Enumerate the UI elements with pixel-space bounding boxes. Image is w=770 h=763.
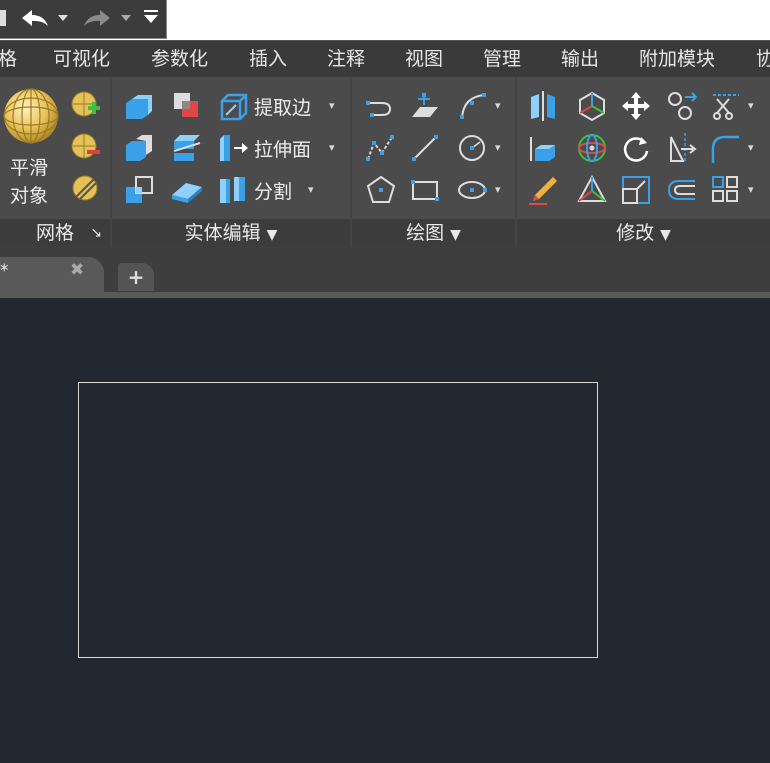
modify-panel-title-text: 修改 xyxy=(616,222,655,244)
modify-panel-title[interactable]: 修改 ▼ xyxy=(517,219,770,247)
undo-dropdown-icon[interactable] xyxy=(58,15,68,21)
move-icon[interactable] xyxy=(619,89,653,123)
3d-move-icon[interactable] xyxy=(575,89,609,123)
scale-icon[interactable] xyxy=(619,173,653,207)
smooth-object-label-line1: 平滑 xyxy=(10,157,49,179)
trim-dropdown-icon[interactable]: ▾ xyxy=(748,99,754,112)
panel-expand-icon[interactable]: ▼ xyxy=(660,227,671,243)
solid-editing-panel: 提取边 ▾ 拉伸面 ▾ 分割 ▾ 实体编辑 ▼ xyxy=(112,77,350,247)
slice-icon[interactable] xyxy=(170,131,204,165)
panel-expand-icon[interactable]: ▼ xyxy=(267,227,278,243)
redo-dropdown-icon[interactable] xyxy=(121,15,131,21)
3d-scale-icon[interactable] xyxy=(575,173,609,207)
tab-addins[interactable]: 附加模块 xyxy=(639,41,715,77)
rectangle-icon[interactable] xyxy=(408,173,442,207)
trim-icon[interactable] xyxy=(709,89,743,123)
title-area xyxy=(0,0,770,40)
mesh-panel-title[interactable]: 网格 ↘ xyxy=(0,219,110,247)
tab-mesh[interactable]: 格 xyxy=(0,41,17,77)
array-dropdown-icon[interactable]: ▾ xyxy=(748,183,754,196)
customize-icon[interactable] xyxy=(144,10,158,23)
smooth-object-label-line2: 对象 xyxy=(10,185,49,207)
ribbon-tab-bar: 格 可视化 参数化 插入 注释 视图 管理 输出 附加模块 协 xyxy=(0,40,770,78)
tab-manage[interactable]: 管理 xyxy=(483,41,521,77)
polyline-icon[interactable] xyxy=(364,89,398,123)
undo-icon[interactable] xyxy=(22,10,48,26)
smooth-object-icon[interactable] xyxy=(2,87,60,145)
extrude-faces-dropdown-icon[interactable]: ▾ xyxy=(329,141,335,154)
fillet-icon[interactable] xyxy=(709,131,743,165)
mirror-3d-icon[interactable] xyxy=(527,89,561,123)
tab-visualize[interactable]: 可视化 xyxy=(53,41,110,77)
fillet-dropdown-icon[interactable]: ▾ xyxy=(748,141,754,154)
extrude-faces-label[interactable]: 拉伸面 xyxy=(254,135,311,162)
quick-access-icons xyxy=(0,10,158,26)
plus-icon: + xyxy=(127,265,145,289)
offset-icon[interactable] xyxy=(665,173,699,207)
intersect-icon[interactable] xyxy=(122,173,156,207)
arc-icon[interactable] xyxy=(456,89,490,123)
new-tab-button[interactable]: + xyxy=(118,263,154,291)
spline-icon[interactable] xyxy=(364,131,398,165)
close-icon[interactable]: ✖ xyxy=(70,260,84,280)
erase-icon[interactable] xyxy=(527,173,561,207)
redo-icon[interactable] xyxy=(84,10,110,26)
subtract-icon[interactable] xyxy=(122,131,156,165)
polygon-icon[interactable] xyxy=(364,173,398,207)
extract-edges-label[interactable]: 提取边 xyxy=(254,93,311,120)
save-icon[interactable] xyxy=(0,10,6,26)
array-icon[interactable] xyxy=(709,173,743,207)
add-crease-icon[interactable] xyxy=(70,89,100,119)
mirror-icon[interactable] xyxy=(665,131,699,165)
union-icon[interactable] xyxy=(122,89,156,123)
solid-editing-panel-title[interactable]: 实体编辑 ▼ xyxy=(112,219,350,247)
panel-expand-icon[interactable]: ▼ xyxy=(450,227,461,243)
tab-parametric[interactable]: 参数化 xyxy=(151,41,208,77)
tab-output[interactable]: 输出 xyxy=(561,41,599,77)
ribbon: 平滑 对象 网格 ↘ 提取边 ▾ 拉伸面 ▾ 分割 ▾ 实体编辑 ▼ ▾ ▾ ▾… xyxy=(0,77,770,247)
draw-panel: ▾ ▾ ▾ 绘图 ▼ xyxy=(352,77,515,247)
rotate-icon[interactable] xyxy=(619,131,653,165)
panel-launcher-icon[interactable]: ↘ xyxy=(90,219,102,247)
document-tab-label: * xyxy=(0,261,9,281)
drawn-rectangle[interactable] xyxy=(78,382,598,658)
document-tab[interactable]: * ✖ xyxy=(0,257,104,293)
modify-panel: ▾ ▾ ▾ 修改 ▼ xyxy=(517,77,770,247)
separate-label[interactable]: 分割 xyxy=(254,177,292,204)
3d-rotate-icon[interactable] xyxy=(575,131,609,165)
document-tab-strip: * ✖ + xyxy=(0,247,770,297)
draw-panel-title-text: 绘图 xyxy=(406,222,445,244)
quick-access-toolbar xyxy=(0,0,167,39)
tab-annotate[interactable]: 注释 xyxy=(327,41,365,77)
solid-editing-panel-title-text: 实体编辑 xyxy=(184,222,261,244)
refine-mesh-icon[interactable] xyxy=(70,173,100,203)
tab-insert[interactable]: 插入 xyxy=(249,41,287,77)
line-icon[interactable] xyxy=(408,131,442,165)
ellipse-icon[interactable] xyxy=(456,173,490,207)
extrude-faces-icon[interactable] xyxy=(216,131,250,165)
3d-align-icon[interactable] xyxy=(527,131,561,165)
interfere-icon[interactable] xyxy=(170,89,204,123)
circle-dropdown-icon[interactable]: ▾ xyxy=(495,141,501,154)
planar-surface-icon[interactable] xyxy=(408,89,442,123)
separate-dropdown-icon[interactable]: ▾ xyxy=(308,183,314,196)
circle-icon[interactable] xyxy=(456,131,490,165)
extract-edges-dropdown-icon[interactable]: ▾ xyxy=(329,99,335,112)
mesh-panel-title-text: 网格 xyxy=(35,222,74,244)
tab-collaborate[interactable]: 协 xyxy=(756,41,770,77)
draw-panel-title[interactable]: 绘图 ▼ xyxy=(352,219,515,247)
drawing-canvas[interactable] xyxy=(0,298,770,763)
extract-edges-icon[interactable] xyxy=(216,89,250,123)
thicken-icon[interactable] xyxy=(170,173,204,207)
arc-dropdown-icon[interactable]: ▾ xyxy=(495,99,501,112)
copy-icon[interactable] xyxy=(665,89,699,123)
tab-view[interactable]: 视图 xyxy=(405,41,443,77)
mesh-panel: 平滑 对象 网格 ↘ xyxy=(0,77,110,247)
remove-crease-icon[interactable] xyxy=(70,131,100,161)
separate-icon[interactable] xyxy=(216,173,250,207)
ellipse-dropdown-icon[interactable]: ▾ xyxy=(495,183,501,196)
